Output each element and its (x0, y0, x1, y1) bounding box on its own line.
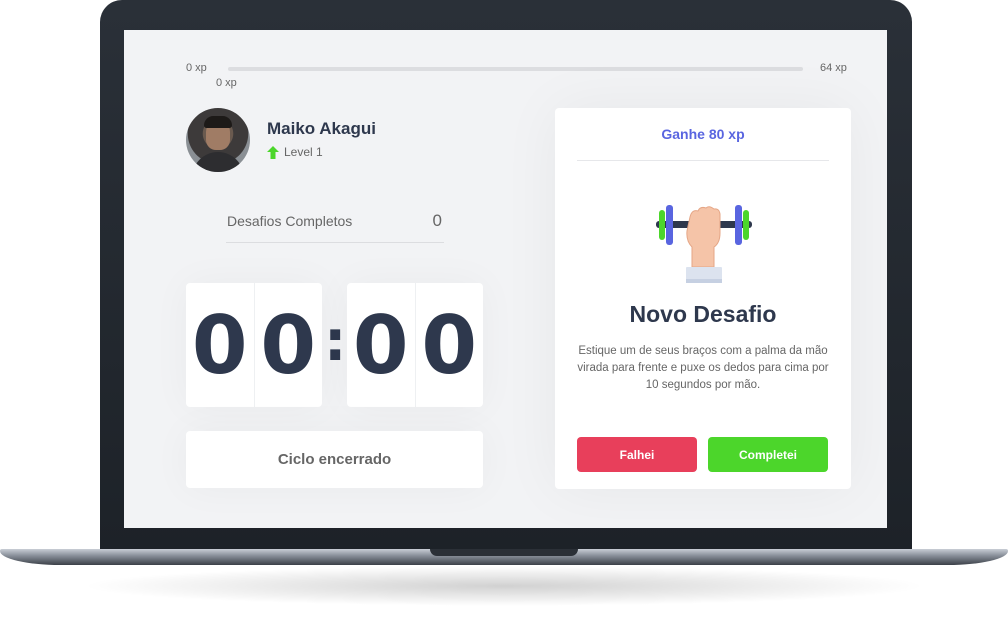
completed-challenges-label: Desafios Completos (227, 213, 353, 229)
level-up-arrow-icon (267, 145, 279, 159)
completed-challenges: Desafios Completos 0 (226, 210, 444, 243)
laptop-shadow (80, 566, 928, 606)
complete-button[interactable]: Completei (708, 437, 828, 472)
completed-challenges-count: 0 (432, 211, 442, 230)
countdown-seconds: 0 0 (347, 283, 483, 407)
profile-name: Maiko Akagui (267, 119, 376, 138)
xp-end-label: 64 xp (820, 62, 847, 74)
challenge-description: Estique um de seus braços com a palma da… (577, 345, 829, 391)
countdown-separator: : (324, 309, 347, 374)
xp-progress-bar (228, 67, 803, 71)
dumbbell-icon (656, 205, 752, 283)
level-label: Level 1 (284, 145, 323, 159)
xp-start-label: 0 xp (186, 62, 207, 74)
challenge-reward: Ganhe 80 xp (577, 108, 829, 161)
second-tens-digit: 0 (352, 298, 409, 392)
fail-button[interactable]: Falhei (577, 437, 697, 472)
minute-tens-digit: 0 (191, 298, 248, 392)
profile-level: Level 1 (267, 145, 323, 159)
avatar (186, 108, 250, 172)
laptop-notch (430, 549, 578, 556)
second-ones-digit: 0 (414, 283, 484, 407)
app-screen: 0 xp 64 xp 0 xp Maiko Akagui Level 1 Des… (124, 30, 887, 528)
xp-current-label: 0 xp (216, 77, 237, 89)
countdown-minutes: 0 0 (186, 283, 322, 407)
cycle-ended-button[interactable]: Ciclo encerrado (186, 431, 483, 488)
challenge-card: Ganhe 80 xp Novo Desafio Estique um de s… (555, 108, 851, 489)
minute-ones-digit: 0 (253, 283, 323, 407)
challenge-title: Novo Desafio (629, 301, 777, 327)
